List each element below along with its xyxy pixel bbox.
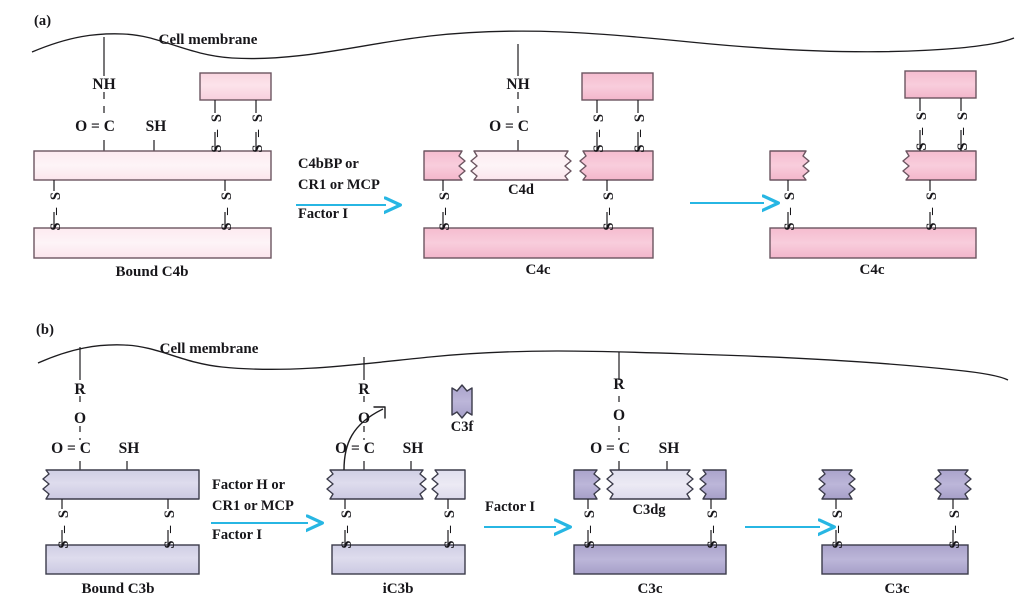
c4c-alpha-left-fragment-s3 bbox=[769, 150, 810, 181]
atom-sh-b1: SH bbox=[118, 440, 140, 457]
disulfide-label-b5: S – S bbox=[582, 508, 598, 549]
disulfide-label-a9: S – S bbox=[914, 110, 930, 151]
atom-oc-a2: O = C bbox=[489, 118, 529, 135]
stage-caption-ic3b: iC3b bbox=[382, 581, 414, 597]
disulfide-bond-group-b4 bbox=[835, 499, 954, 545]
panel-label-a: (a) bbox=[34, 13, 52, 29]
ic3b-alpha-left-box bbox=[326, 469, 427, 500]
c4c-beta-box-s3 bbox=[769, 227, 977, 259]
c4c-gamma-box-s3 bbox=[904, 70, 977, 99]
c3c-alpha-left-fragment-s4 bbox=[818, 469, 856, 500]
c3c-alpha-left-fragment bbox=[573, 469, 601, 500]
c4c-alpha-left-fragment bbox=[423, 150, 466, 181]
atom-r-b2: R bbox=[358, 381, 370, 398]
disulfide-bond-group-b1 bbox=[61, 499, 169, 545]
atom-oc-b3: O = C bbox=[590, 440, 630, 457]
disulfide-label-b8: S – S bbox=[947, 508, 963, 549]
c3c-alpha-right-fragment bbox=[699, 469, 727, 500]
c3c-beta-box-s3 bbox=[573, 544, 727, 575]
panel-label-b: (b) bbox=[36, 322, 55, 338]
atom-o-b3: O bbox=[612, 407, 626, 424]
arrow-b1-label-line1: Factor H or bbox=[212, 477, 286, 493]
disulfide-label-b3: S – S bbox=[339, 508, 355, 549]
stage-caption-c4c-2: C4c bbox=[859, 262, 885, 278]
c4b-gamma-box bbox=[199, 72, 272, 101]
c3dg-fragment-box bbox=[606, 469, 694, 500]
atom-o-b1: O bbox=[73, 410, 87, 427]
atom-oc-a1: O = C bbox=[75, 118, 115, 135]
disulfide-label-a12: S – S bbox=[924, 190, 940, 231]
disulfide-label-a6: S – S bbox=[632, 112, 648, 153]
fragment-label-c4d: C4d bbox=[508, 182, 534, 198]
disulfide-label-a7: S – S bbox=[437, 190, 453, 231]
disulfide-label-a8: S – S bbox=[601, 190, 617, 231]
atom-o-b2: O bbox=[357, 410, 371, 427]
cell-membrane-label-a: Cell membrane bbox=[158, 32, 258, 48]
c3f-fragment-box bbox=[451, 384, 473, 419]
stage-caption-c3c-1: C3c bbox=[637, 581, 663, 597]
disulfide-label-a4: S – S bbox=[219, 190, 235, 231]
disulfide-bond-group-b2 bbox=[344, 499, 449, 545]
atom-sh-b2: SH bbox=[402, 440, 424, 457]
stage-caption-bound-c4b: Bound C4b bbox=[115, 264, 189, 280]
atom-oc-b2: O = C bbox=[335, 440, 375, 457]
disulfide-label-b2: S – S bbox=[162, 508, 178, 549]
c3b-beta-box bbox=[45, 544, 200, 575]
disulfide-label-a1: S – S bbox=[209, 112, 225, 153]
atom-nh-a2: NH bbox=[506, 76, 530, 93]
ic3b-beta-box bbox=[331, 544, 466, 575]
stage-caption-c4c-1: C4c bbox=[525, 262, 551, 278]
arrow-a1-label-line2: CR1 or MCP bbox=[298, 177, 380, 193]
disulfide-label-a5: S – S bbox=[591, 112, 607, 153]
c4c-alpha-right-fragment-s3 bbox=[902, 150, 977, 181]
disulfide-label-a11: S – S bbox=[782, 190, 798, 231]
arrow-a1-label-line1: C4bBP or bbox=[298, 156, 359, 172]
arrow-b1-label-line2: CR1 or MCP bbox=[212, 498, 294, 514]
c3c-alpha-right-fragment-s4 bbox=[934, 469, 972, 500]
c4c-alpha-right-fragment bbox=[579, 150, 654, 181]
disulfide-label-a2: S – S bbox=[250, 112, 266, 153]
c4c-beta-box-s2 bbox=[423, 227, 654, 259]
fragment-label-c3dg: C3dg bbox=[632, 502, 666, 518]
c4d-fragment-box bbox=[470, 150, 572, 181]
atom-nh-a1: NH bbox=[92, 76, 116, 93]
atom-oc-b1: O = C bbox=[51, 440, 91, 457]
c3b-alpha-box bbox=[42, 469, 200, 500]
disulfide-label-a3: S – S bbox=[48, 190, 64, 231]
disulfide-label-b1: S – S bbox=[56, 508, 72, 549]
atom-r-b1: R bbox=[74, 381, 86, 398]
c4c-gamma-box-s2 bbox=[581, 72, 654, 101]
fragment-label-c3f: C3f bbox=[450, 419, 474, 435]
arrow-b1-label-line3: Factor I bbox=[212, 527, 263, 543]
c4b-alpha-box bbox=[33, 150, 272, 181]
arrow-b2-label-line1: Factor I bbox=[485, 499, 536, 515]
cell-membrane-label-b: Cell membrane bbox=[159, 341, 259, 357]
disulfide-label-a10: S – S bbox=[955, 110, 971, 151]
atom-r-b3: R bbox=[613, 376, 625, 393]
stage-caption-bound-c3b: Bound C3b bbox=[81, 581, 155, 597]
figure-canvas: (a) Cell membrane NH O = C SH Bound C4b … bbox=[0, 0, 1024, 615]
ic3b-alpha-right-box bbox=[431, 469, 466, 500]
atom-sh-a1: SH bbox=[145, 118, 167, 135]
disulfide-label-b6: S – S bbox=[705, 508, 721, 549]
arrow-a1-label-line3: Factor I bbox=[298, 206, 349, 222]
disulfide-label-b7: S – S bbox=[830, 508, 846, 549]
stage-caption-c3c-2: C3c bbox=[884, 581, 910, 597]
disulfide-label-b4: S – S bbox=[442, 508, 458, 549]
c4b-beta-box bbox=[33, 227, 272, 259]
atom-sh-b3: SH bbox=[658, 440, 680, 457]
c3c-beta-box-s4 bbox=[821, 544, 969, 575]
